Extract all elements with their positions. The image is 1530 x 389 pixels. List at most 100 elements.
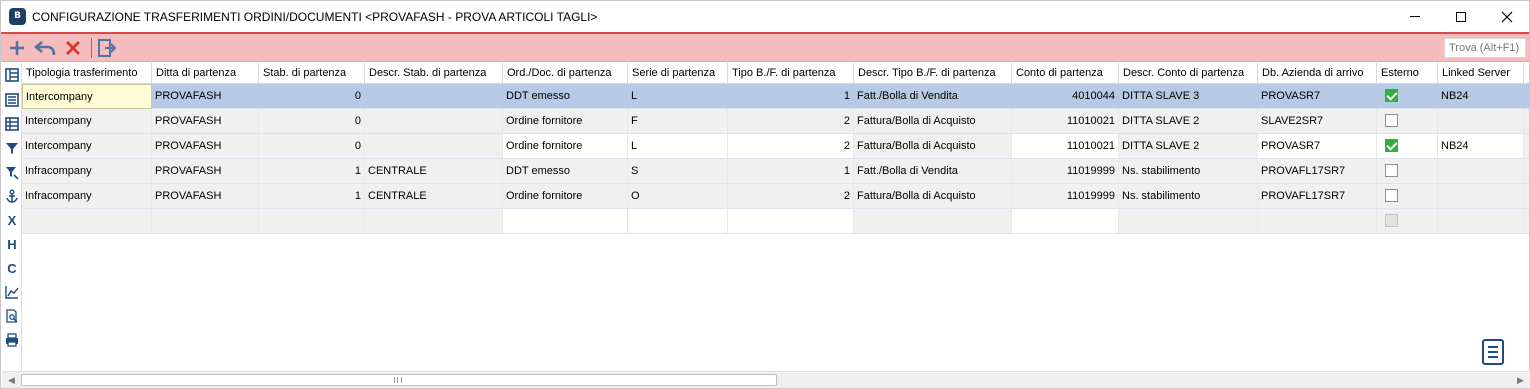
esterno-checkbox[interactable] [1385,89,1398,102]
new-cell[interactable] [22,209,152,234]
minimize-button[interactable] [1392,1,1438,32]
list-view-button[interactable] [3,91,21,109]
cell-descr-tipo[interactable]: Fattura/Bolla di Acquisto [854,184,1012,209]
esterno-checkbox[interactable] [1385,139,1398,152]
column-header[interactable]: Descr. Stab. di partenza [365,63,503,84]
cell-tipologia[interactable]: Intercompany [22,84,152,109]
c-marker-button[interactable]: C [3,259,21,277]
esterno-checkbox[interactable] [1385,189,1398,202]
column-header[interactable]: Esterno [1377,63,1438,84]
cell-serie[interactable]: S [628,159,728,184]
cell-esterno[interactable] [1377,134,1438,159]
filter-button[interactable] [3,139,21,157]
cell-descr-stab[interactable] [365,109,503,134]
new-cell[interactable] [854,209,1012,234]
cell-descr-conto[interactable]: DITTA SLAVE 3 [1119,84,1258,109]
cell-descr-conto[interactable]: DITTA SLAVE 2 [1119,109,1258,134]
table-row[interactable]: Infracompany PROVAFASH 1 CENTRALE Ordine… [22,184,1529,209]
cell-esterno[interactable] [1377,184,1438,209]
cell-ord-doc[interactable]: Ordine fornitore [503,109,628,134]
cell-db[interactable]: SLAVE2SR7 [1258,109,1377,134]
print-button[interactable] [3,331,21,349]
column-header[interactable]: Stab. di partenza [259,63,365,84]
table-row[interactable]: Intercompany PROVAFASH 0 Ordine fornitor… [22,109,1529,134]
cell-serie[interactable]: L [628,134,728,159]
column-header[interactable]: Linked Server [1438,63,1524,84]
cell-tipo[interactable]: 2 [728,109,854,134]
table-row[interactable]: Intercompany PROVAFASH 0 DDT emesso L 1 … [22,84,1529,109]
new-cell[interactable] [1119,209,1258,234]
cell-tipo[interactable]: 1 [728,159,854,184]
cell-linked[interactable] [1438,159,1524,184]
cell-ord-doc[interactable]: DDT emesso [503,84,628,109]
cell-stab[interactable]: 1 [259,184,365,209]
column-header[interactable]: Ord./Doc. di partenza [503,63,628,84]
column-header[interactable]: Tipologia trasferimento [22,63,152,84]
cell-stab[interactable]: 1 [259,159,365,184]
cell-ditta[interactable]: PROVAFASH [152,84,259,109]
cell-db[interactable]: PROVASR7 [1258,134,1377,159]
cell-ord-doc[interactable]: Ordine fornitore [503,184,628,209]
cell-tipo[interactable]: 2 [728,184,854,209]
scroll-thumb[interactable] [21,374,777,386]
cell-ditta[interactable]: PROVAFASH [152,109,259,134]
chart-button[interactable] [3,283,21,301]
cell-tipo[interactable]: 1 [728,84,854,109]
new-cell[interactable] [503,209,628,234]
cell-tipo[interactable]: 2 [728,134,854,159]
new-cell[interactable] [628,209,728,234]
close-button[interactable] [1484,1,1530,32]
cell-ord-doc[interactable]: Ordine fornitore [503,134,628,159]
cell-conto[interactable]: 11010021 [1012,134,1119,159]
cell-esterno[interactable] [1377,159,1438,184]
cell-descr-stab[interactable] [365,134,503,159]
undo-button[interactable] [34,37,56,59]
column-header[interactable]: Db. Azienda di arrivo [1258,63,1377,84]
column-header-overflow[interactable] [1524,63,1529,84]
cell-linked[interactable]: NB24 [1438,134,1524,159]
column-header[interactable]: Serie di partenza [628,63,728,84]
cell-ditta[interactable]: PROVAFASH [152,184,259,209]
cell-linked[interactable] [1438,109,1524,134]
cell-descr-conto[interactable]: DITTA SLAVE 2 [1119,134,1258,159]
cell-descr-tipo[interactable]: Fattura/Bolla di Acquisto [854,109,1012,134]
cell-linked[interactable]: NB24 [1438,84,1524,109]
add-button[interactable] [6,37,28,59]
cell-descr-conto[interactable]: Ns. stabilimento [1119,184,1258,209]
preview-button[interactable] [3,307,21,325]
cell-descr-stab[interactable]: CENTRALE [365,159,503,184]
cell-db[interactable]: PROVAFL17SR7 [1258,184,1377,209]
x-marker-button[interactable]: X [3,211,21,229]
cell-descr-tipo[interactable]: Fattura/Bolla di Acquisto [854,134,1012,159]
cell-descr-tipo[interactable]: Fatt./Bolla di Vendita [854,159,1012,184]
cell-db[interactable]: PROVASR7 [1258,84,1377,109]
cell-serie[interactable]: F [628,109,728,134]
search-input[interactable]: Trova (Alt+F1) [1444,38,1526,58]
filter-edit-button[interactable] [3,163,21,181]
maximize-button[interactable] [1438,1,1484,32]
cell-descr-stab[interactable]: CENTRALE [365,184,503,209]
record-list-button[interactable] [1482,339,1504,365]
new-cell[interactable] [259,209,365,234]
new-cell[interactable] [1438,209,1524,234]
cell-stab[interactable]: 0 [259,109,365,134]
table-row[interactable]: Intercompany PROVAFASH 0 Ordine fornitor… [22,134,1529,159]
new-cell[interactable] [1012,209,1119,234]
new-row[interactable] [22,209,1529,234]
column-header[interactable]: Conto di partenza [1012,63,1119,84]
cell-ditta[interactable]: PROVAFASH [152,134,259,159]
cell-stab[interactable]: 0 [259,84,365,109]
exit-button[interactable] [96,37,118,59]
cell-esterno[interactable] [1377,84,1438,109]
grid-view-button[interactable] [3,115,21,133]
cell-descr-tipo[interactable]: Fatt./Bolla di Vendita [854,84,1012,109]
new-cell[interactable] [1258,209,1377,234]
new-cell-esterno[interactable] [1377,209,1438,234]
column-header[interactable]: Ditta di partenza [152,63,259,84]
cell-ditta[interactable]: PROVAFASH [152,159,259,184]
cell-linked[interactable] [1438,184,1524,209]
cell-descr-stab[interactable] [365,84,503,109]
column-header[interactable]: Descr. Conto di partenza [1119,63,1258,84]
column-header[interactable]: Descr. Tipo B./F. di partenza [854,63,1012,84]
cell-tipologia[interactable]: Infracompany [22,184,152,209]
